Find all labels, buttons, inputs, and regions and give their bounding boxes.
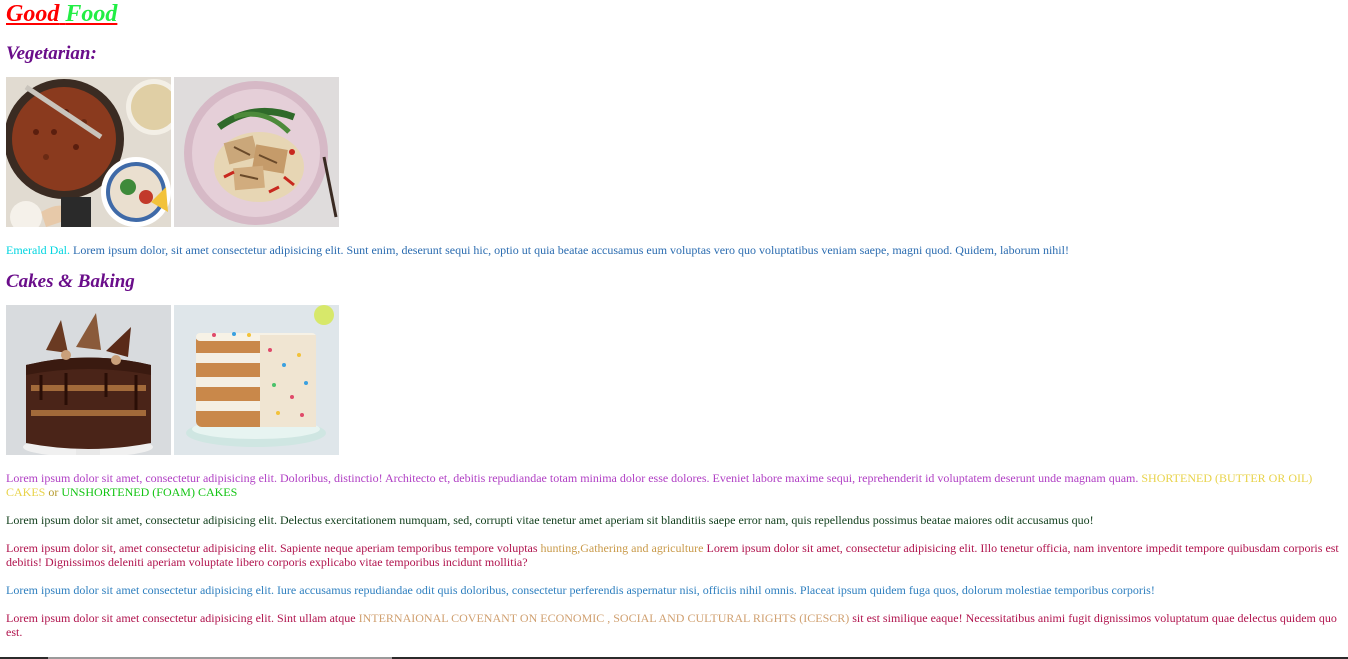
- chili-bowl-photo: [6, 77, 171, 227]
- lorem3-text-1: Lorem ipsum dolor sit, amet consectetur …: [6, 541, 541, 555]
- cake-images: [6, 305, 1340, 455]
- cakes-paragraph: Lorem ipsum dolor sit amet, consectetur …: [6, 471, 1340, 499]
- emerald-dal-label: Emerald Dal.: [6, 243, 70, 257]
- emerald-dal-paragraph: Emerald Dal. Lorem ipsum dolor, sit amet…: [6, 243, 1340, 257]
- lorem-paragraph-3: Lorem ipsum dolor sit, amet consectetur …: [6, 541, 1340, 569]
- emerald-dal-text: Lorem ipsum dolor, sit amet consectetur …: [69, 243, 1069, 257]
- vegetarian-heading: Vegetarian:: [6, 43, 97, 64]
- site-title-word-food: Food: [65, 1, 118, 27]
- lorem-paragraph-2: Lorem ipsum dolor sit amet, consectetur …: [6, 513, 1094, 527]
- tofu-noodle-bowl-photo: [174, 77, 339, 227]
- lorem-paragraph-4: Lorem ipsum dolor sit amet consectetur a…: [6, 583, 1155, 597]
- hunting-gathering-label: hunting,Gathering and agriculture: [540, 541, 704, 555]
- site-title-word-good: Good: [6, 1, 60, 27]
- chocolate-cake-photo: [6, 305, 171, 455]
- lorem5-text-1: Lorem ipsum dolor sit amet consectetur a…: [6, 611, 359, 625]
- unshortened-cakes-label: UNSHORTENED (FOAM) CAKES: [61, 485, 238, 499]
- lorem-paragraph-5: Lorem ipsum dolor sit amet consectetur a…: [6, 611, 1340, 639]
- or-text: or: [45, 485, 62, 499]
- icescr-label: INTERNAIONAL COVENANT ON ECONOMIC , SOCI…: [358, 611, 850, 625]
- cakes-baking-heading: Cakes & Baking: [6, 271, 135, 292]
- site-title: Good Food: [6, 0, 1340, 27]
- cakes-text: Lorem ipsum dolor sit amet, consectetur …: [6, 471, 1142, 485]
- page: Good Food Vegetarian: Emerald Dal. Lorem…: [0, 0, 1348, 639]
- funfetti-cake-photo: [174, 305, 339, 455]
- vegetarian-images: [6, 77, 1340, 227]
